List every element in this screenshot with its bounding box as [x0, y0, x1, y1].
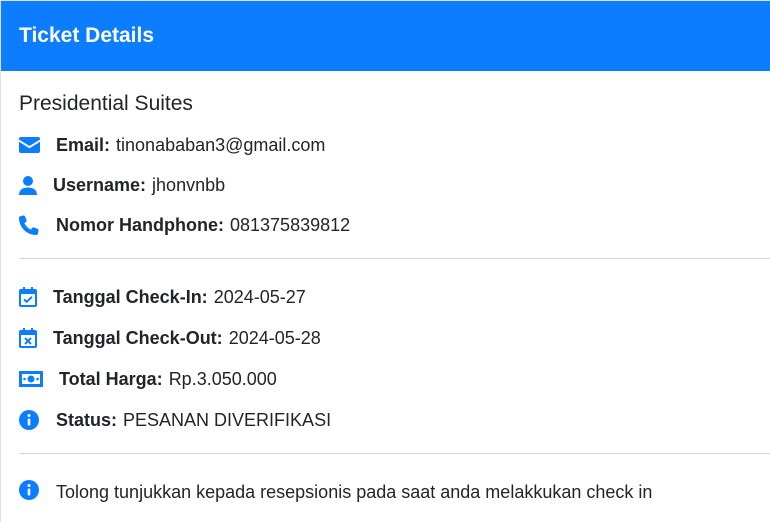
money-bill-icon	[19, 368, 59, 390]
email-label: Email:	[56, 134, 111, 155]
user-icon	[19, 174, 53, 196]
total-value: Rp.3.050.000	[168, 368, 277, 389]
checkout-row: Tanggal Check-Out: 2024-05-28	[19, 326, 770, 350]
divider	[19, 453, 770, 454]
card-body: Presidential Suites Email: tinonababan3@…	[1, 91, 770, 504]
total-row: Total Harga: Rp.3.050.000	[19, 367, 770, 391]
email-row: Email: tinonababan3@gmail.com	[19, 133, 770, 157]
ticket-card: Ticket Details Presidential Suites Email…	[0, 0, 770, 522]
username-value: jhonvnbb	[152, 174, 226, 195]
calendar-check-icon	[19, 286, 53, 308]
instruction-text: Tolong tunjukkan kepada resepsionis pada…	[56, 481, 653, 502]
divider	[19, 258, 770, 259]
total-label: Total Harga:	[59, 368, 163, 389]
status-label: Status:	[56, 409, 118, 430]
calendar-x-icon	[19, 327, 53, 349]
username-row: Username: jhonvnbb	[19, 173, 770, 197]
info-circle-icon	[19, 479, 56, 505]
instruction-note: Tolong tunjukkan kepada resepsionis pada…	[19, 479, 770, 505]
checkin-value: 2024-05-27	[213, 286, 306, 307]
checkin-row: Tanggal Check-In: 2024-05-27	[19, 285, 770, 309]
username-label: Username:	[53, 174, 147, 195]
checkout-value: 2024-05-28	[228, 327, 321, 348]
hotel-name: Presidential Suites	[19, 92, 193, 115]
page-title: Ticket Details	[19, 24, 155, 47]
email-value: tinonababan3@gmail.com	[116, 134, 326, 155]
card-header: Ticket Details	[1, 1, 770, 71]
status-value: PESANAN DIVERIFIKASI	[123, 409, 332, 430]
status-row: Status: PESANAN DIVERIFIKASI	[19, 408, 770, 432]
envelope-icon	[19, 134, 56, 156]
checkout-label: Tanggal Check-Out:	[53, 327, 223, 348]
phone-value: 081375839812	[230, 214, 351, 235]
phone-row: Nomor Handphone: 081375839812	[19, 213, 770, 237]
info-circle-icon	[19, 409, 56, 431]
phone-icon	[19, 214, 56, 236]
phone-label: Nomor Handphone:	[56, 214, 224, 235]
checkin-label: Tanggal Check-In:	[53, 286, 208, 307]
